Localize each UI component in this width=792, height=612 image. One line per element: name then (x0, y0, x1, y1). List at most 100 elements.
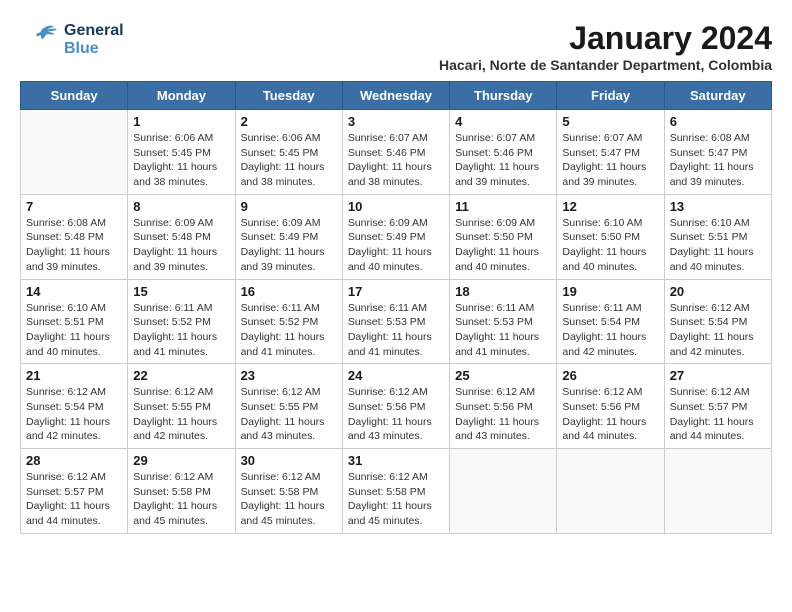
day-number: 2 (241, 114, 337, 129)
weekday-header-monday: Monday (128, 82, 235, 110)
title-block: January 2024 Hacari, Norte de Santander … (439, 20, 772, 73)
day-number: 31 (348, 453, 444, 468)
day-number: 13 (670, 199, 766, 214)
calendar-cell: 28 Sunrise: 6:12 AMSunset: 5:57 PMDayligh… (21, 449, 128, 534)
calendar-week-2: 7 Sunrise: 6:08 AMSunset: 5:48 PMDaylight… (21, 194, 772, 279)
calendar-cell: 26 Sunrise: 6:12 AMSunset: 5:56 PMDayligh… (557, 364, 664, 449)
calendar-cell: 3Sunrise: 6:07 AMSunset: 5:46 PMDaylight… (342, 110, 449, 195)
day-number: 8 (133, 199, 229, 214)
day-number: 19 (562, 284, 658, 299)
day-info: Sunrise: 6:11 AMSunset: 5:52 PMDaylight:… (241, 301, 337, 360)
day-number: 9 (241, 199, 337, 214)
day-number: 15 (133, 284, 229, 299)
logo-blue: Blue (64, 40, 124, 58)
day-number: 11 (455, 199, 551, 214)
calendar-week-3: 14Sunrise: 6:10 AMSunset: 5:51 PMDayligh… (21, 279, 772, 364)
day-number: 21 (26, 368, 122, 383)
day-info: Sunrise: 6:12 AMSunset: 5:56 PMDaylight:… (562, 385, 658, 444)
day-number: 26 (562, 368, 658, 383)
day-number: 14 (26, 284, 122, 299)
calendar-cell: 31 Sunrise: 6:12 AMSunset: 5:58 PMDayligh… (342, 449, 449, 534)
day-number: 29 (133, 453, 229, 468)
day-number: 4 (455, 114, 551, 129)
calendar-cell: 10 Sunrise: 6:09 AMSunset: 5:49 PMDayligh… (342, 194, 449, 279)
calendar-cell: 15 Sunrise: 6:11 AMSunset: 5:52 PMDayligh… (128, 279, 235, 364)
day-info: Sunrise: 6:11 AMSunset: 5:52 PMDaylight:… (133, 301, 229, 360)
calendar-cell: 27 Sunrise: 6:12 AMSunset: 5:57 PMDayligh… (664, 364, 771, 449)
calendar-cell: 6 Sunrise: 6:08 AMSunset: 5:47 PMDaylight… (664, 110, 771, 195)
day-info: Sunrise: 6:09 AMSunset: 5:49 PMDaylight:… (348, 216, 444, 275)
calendar-cell: 23Sunrise: 6:12 AMSunset: 5:55 PMDayligh… (235, 364, 342, 449)
subtitle: Hacari, Norte de Santander Department, C… (439, 57, 772, 73)
calendar-cell (664, 449, 771, 534)
calendar-cell: 24Sunrise: 6:12 AMSunset: 5:56 PMDayligh… (342, 364, 449, 449)
day-number: 27 (670, 368, 766, 383)
day-number: 7 (26, 199, 122, 214)
day-info: Sunrise: 6:11 AMSunset: 5:53 PMDaylight:… (348, 301, 444, 360)
calendar: SundayMondayTuesdayWednesdayThursdayFrid… (20, 81, 772, 534)
day-info: Sunrise: 6:08 AMSunset: 5:47 PMDaylight:… (670, 131, 766, 190)
day-number: 10 (348, 199, 444, 214)
calendar-cell (450, 449, 557, 534)
day-info: Sunrise: 6:07 AMSunset: 5:46 PMDaylight:… (455, 131, 551, 190)
day-number: 3 (348, 114, 444, 129)
calendar-cell (21, 110, 128, 195)
day-info: Sunrise: 6:12 AMSunset: 5:58 PMDaylight:… (348, 470, 444, 529)
calendar-cell: 7 Sunrise: 6:08 AMSunset: 5:48 PMDaylight… (21, 194, 128, 279)
calendar-cell: 8 Sunrise: 6:09 AMSunset: 5:48 PMDaylight… (128, 194, 235, 279)
calendar-cell: 17 Sunrise: 6:11 AMSunset: 5:53 PMDayligh… (342, 279, 449, 364)
day-info: Sunrise: 6:12 AMSunset: 5:54 PMDaylight:… (670, 301, 766, 360)
day-number: 24 (348, 368, 444, 383)
calendar-cell: 21 Sunrise: 6:12 AMSunset: 5:54 PMDayligh… (21, 364, 128, 449)
calendar-cell: 22Sunrise: 6:12 AMSunset: 5:55 PMDayligh… (128, 364, 235, 449)
day-info: Sunrise: 6:12 AMSunset: 5:57 PMDaylight:… (26, 470, 122, 529)
calendar-cell: 1Sunrise: 6:06 AMSunset: 5:45 PMDaylight… (128, 110, 235, 195)
calendar-cell: 11 Sunrise: 6:09 AMSunset: 5:50 PMDayligh… (450, 194, 557, 279)
calendar-cell: 19 Sunrise: 6:11 AMSunset: 5:54 PMDayligh… (557, 279, 664, 364)
day-number: 30 (241, 453, 337, 468)
day-info: Sunrise: 6:06 AMSunset: 5:45 PMDaylight:… (133, 131, 229, 190)
day-info: Sunrise: 6:12 AMSunset: 5:55 PMDaylight:… (241, 385, 337, 444)
calendar-cell: 12Sunrise: 6:10 AMSunset: 5:50 PMDayligh… (557, 194, 664, 279)
weekday-row: SundayMondayTuesdayWednesdayThursdayFrid… (21, 82, 772, 110)
main-title: January 2024 (439, 20, 772, 57)
day-info: Sunrise: 6:07 AMSunset: 5:47 PMDaylight:… (562, 131, 658, 190)
page-container: General Blue January 2024 Hacari, Norte … (20, 20, 772, 534)
calendar-cell: 18Sunrise: 6:11 AMSunset: 5:53 PMDayligh… (450, 279, 557, 364)
calendar-cell: 2 Sunrise: 6:06 AMSunset: 5:45 PMDaylight… (235, 110, 342, 195)
day-number: 17 (348, 284, 444, 299)
day-number: 6 (670, 114, 766, 129)
calendar-cell: 29Sunrise: 6:12 AMSunset: 5:58 PMDayligh… (128, 449, 235, 534)
day-number: 16 (241, 284, 337, 299)
day-info: Sunrise: 6:06 AMSunset: 5:45 PMDaylight:… (241, 131, 337, 190)
calendar-cell (557, 449, 664, 534)
logo-general: General (64, 22, 124, 40)
day-number: 5 (562, 114, 658, 129)
day-info: Sunrise: 6:09 AMSunset: 5:50 PMDaylight:… (455, 216, 551, 275)
calendar-cell: 30 Sunrise: 6:12 AMSunset: 5:58 PMDayligh… (235, 449, 342, 534)
day-info: Sunrise: 6:11 AMSunset: 5:53 PMDaylight:… (455, 301, 551, 360)
day-info: Sunrise: 6:12 AMSunset: 5:58 PMDaylight:… (241, 470, 337, 529)
day-info: Sunrise: 6:09 AMSunset: 5:48 PMDaylight:… (133, 216, 229, 275)
day-info: Sunrise: 6:12 AMSunset: 5:57 PMDaylight:… (670, 385, 766, 444)
calendar-cell: 13Sunrise: 6:10 AMSunset: 5:51 PMDayligh… (664, 194, 771, 279)
calendar-cell: 20 Sunrise: 6:12 AMSunset: 5:54 PMDayligh… (664, 279, 771, 364)
day-info: Sunrise: 6:12 AMSunset: 5:54 PMDaylight:… (26, 385, 122, 444)
day-number: 20 (670, 284, 766, 299)
day-info: Sunrise: 6:08 AMSunset: 5:48 PMDaylight:… (26, 216, 122, 275)
calendar-cell: 25Sunrise: 6:12 AMSunset: 5:56 PMDayligh… (450, 364, 557, 449)
weekday-header-tuesday: Tuesday (235, 82, 342, 110)
header: General Blue January 2024 Hacari, Norte … (20, 20, 772, 73)
calendar-cell: 14Sunrise: 6:10 AMSunset: 5:51 PMDayligh… (21, 279, 128, 364)
day-number: 28 (26, 453, 122, 468)
calendar-week-4: 21 Sunrise: 6:12 AMSunset: 5:54 PMDayligh… (21, 364, 772, 449)
calendar-header: SundayMondayTuesdayWednesdayThursdayFrid… (21, 82, 772, 110)
day-number: 12 (562, 199, 658, 214)
day-info: Sunrise: 6:11 AMSunset: 5:54 PMDaylight:… (562, 301, 658, 360)
calendar-week-1: 1Sunrise: 6:06 AMSunset: 5:45 PMDaylight… (21, 110, 772, 195)
day-number: 25 (455, 368, 551, 383)
logo-icon (20, 20, 60, 60)
calendar-week-5: 28 Sunrise: 6:12 AMSunset: 5:57 PMDayligh… (21, 449, 772, 534)
weekday-header-wednesday: Wednesday (342, 82, 449, 110)
logo: General Blue (20, 20, 124, 60)
